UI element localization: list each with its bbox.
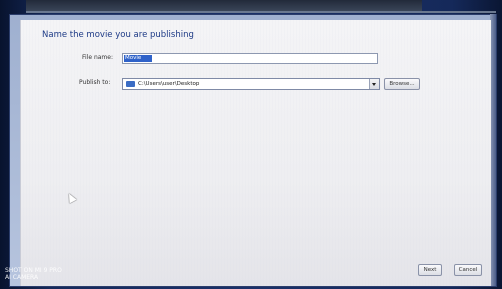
file-name-value: Movie xyxy=(124,55,152,62)
cancel-button[interactable]: Cancel xyxy=(454,264,482,276)
file-name-label: File name: xyxy=(82,54,113,61)
camera-watermark: SHOT ON MI 9 PRO AI CAMERA xyxy=(5,267,62,281)
dropdown-button[interactable] xyxy=(369,79,379,89)
file-name-input[interactable]: Movie xyxy=(122,53,378,64)
publish-to-path: C:\Users\user\Desktop xyxy=(138,81,200,87)
publish-to-label: Publish to: xyxy=(79,79,111,86)
dialog-title: Name the movie you are publishing xyxy=(42,30,194,40)
watermark-line-2: AI CAMERA xyxy=(5,274,39,281)
chevron-down-icon xyxy=(372,83,376,86)
window-top-edge xyxy=(26,11,496,13)
browse-button[interactable]: Browse... xyxy=(384,78,420,90)
folder-icon xyxy=(126,81,135,87)
next-button[interactable]: Next xyxy=(418,264,442,276)
publish-to-select[interactable]: C:\Users\user\Desktop xyxy=(122,78,380,90)
watermark-line-1: SHOT ON MI 9 PRO xyxy=(5,267,62,274)
